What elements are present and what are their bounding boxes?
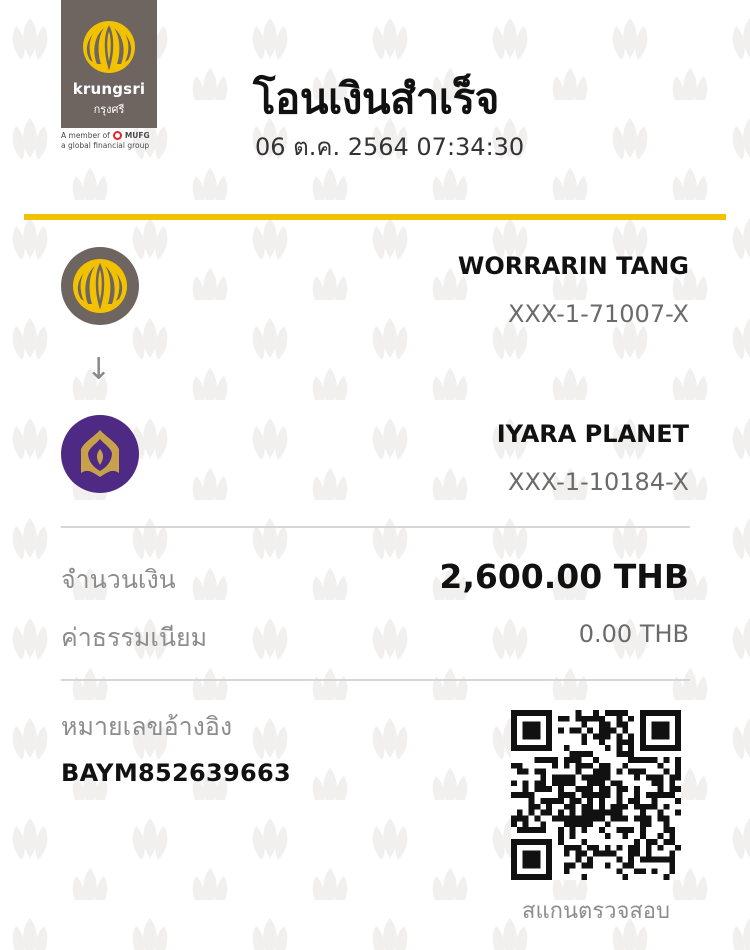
reference-label: หมายเลขอ้างอิง <box>61 712 233 741</box>
member-line: A member of MUFG <box>61 131 150 140</box>
transaction-datetime: 06 ต.ค. 2564 07:34:30 <box>255 133 525 161</box>
qr-caption: สแกนตรวจสอบ <box>522 899 670 924</box>
krungsri-emblem-icon <box>83 21 135 73</box>
receiver-account: XXX-1-10184-X <box>508 468 689 496</box>
mufg-icon <box>112 131 122 140</box>
member-sub: a global financial group <box>61 141 150 150</box>
section-divider <box>61 679 690 681</box>
section-divider <box>61 526 690 528</box>
krungsri-logo-icon <box>73 259 127 313</box>
brand-thai-name: กรุงศรี <box>93 103 125 116</box>
brand-name: krungsri <box>72 80 146 98</box>
header-divider <box>24 214 726 220</box>
amount-value: 2,600.00 THB <box>439 557 689 596</box>
page-title: โอนเงินสำเร็จ <box>253 74 499 123</box>
member-brand: MUFG <box>124 131 150 140</box>
member-prefix: A member of <box>61 131 110 140</box>
reference-number: BAYM852639663 <box>61 759 292 787</box>
fee-label: ค่าธรรมเนียม <box>61 623 208 652</box>
sender-account: XXX-1-71007-X <box>508 300 689 328</box>
sender-name: WORRARIN TANG <box>457 252 689 280</box>
fee-value: 0.00 THB <box>578 620 689 648</box>
receiver-bank-logo <box>61 415 139 493</box>
krungsri-logo: krungsri กรุงศรี <box>61 0 157 128</box>
arrow-down-icon: ↓ <box>86 352 112 387</box>
receiver-name: IYARA PLANET <box>496 420 689 448</box>
amount-label: จำนวนเงิน <box>61 565 176 594</box>
scb-logo-icon <box>81 430 119 477</box>
qr-code[interactable] <box>511 710 681 880</box>
sender-bank-logo <box>61 247 139 325</box>
